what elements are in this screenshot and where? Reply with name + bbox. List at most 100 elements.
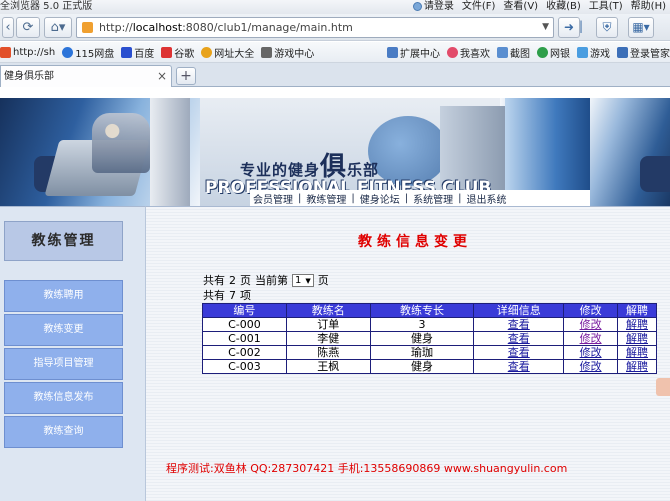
menu-file[interactable]: 文件(F)	[462, 0, 496, 13]
pagination-info: 共有 2 页 当前第 1 ▼ 页 共有 7 项	[203, 273, 329, 303]
tool-label: 扩展中心	[400, 49, 440, 60]
cell-id: C-000	[202, 317, 287, 332]
new-tab-button[interactable]: +	[176, 67, 196, 85]
paw-icon	[121, 46, 133, 58]
chevron-down-icon: ▼	[305, 276, 311, 285]
extension-button[interactable]: ▦▾	[628, 17, 654, 38]
table-row: C-001 李健 健身 查看 修改 解聘	[202, 331, 657, 346]
url-host: localhost	[132, 21, 183, 34]
view-link[interactable]: 查看	[508, 332, 530, 345]
home-button[interactable]: ⌂▾	[44, 17, 72, 38]
key-icon	[617, 47, 628, 58]
nav-coach-management[interactable]: 教练管理	[303, 191, 349, 206]
view-link[interactable]: 查看	[508, 360, 530, 373]
site-banner: 专业的健身俱乐部 PROFESSIONAL FITNESS CLUB 会员管理 |…	[0, 98, 670, 206]
fav-item-baidu[interactable]: 百度	[121, 45, 154, 60]
fav-item-sh[interactable]: http://sh	[0, 46, 55, 58]
fire-link[interactable]: 解聘	[626, 360, 648, 373]
banner-person-shape	[92, 113, 150, 173]
menu-view[interactable]: 查看(V)	[503, 0, 538, 13]
menu-help[interactable]: 帮助(H)	[631, 0, 666, 13]
chevron-down-icon[interactable]: ▼	[542, 18, 549, 37]
fav-label: 谷歌	[174, 48, 195, 60]
fire-link[interactable]: 解聘	[626, 318, 648, 331]
nav-logout[interactable]: 退出系统	[464, 191, 510, 206]
google-icon	[161, 46, 173, 58]
edit-link[interactable]: 修改	[580, 360, 602, 373]
cell-name: 王枫	[285, 359, 371, 374]
fire-link[interactable]: 解聘	[626, 346, 648, 359]
page-select-value: 1	[295, 274, 302, 286]
tool-extensions[interactable]: 扩展中心	[387, 45, 440, 60]
nav-separator: |	[351, 192, 355, 204]
tool-like[interactable]: 我喜欢	[447, 45, 490, 60]
fav-label: 网址大全	[214, 48, 255, 60]
cell-specialty: 健身	[369, 331, 475, 346]
fav-label: 游戏中心	[274, 48, 315, 60]
fav-item-hao[interactable]: 网址大全	[201, 45, 254, 60]
total-items-prefix: 共有	[203, 288, 225, 302]
site-icon	[82, 22, 93, 33]
favorites-bar: http://sh 115网盘 百度 谷歌 网址大全 游戏中心 扩展中心 我喜欢…	[0, 42, 670, 63]
cell-detail: 查看	[473, 359, 565, 374]
cell-fire: 解聘	[617, 359, 657, 374]
header-detail: 详细信息	[473, 303, 565, 318]
sidebar-item-search[interactable]: 教练查询	[4, 416, 123, 448]
address-bar[interactable]: http://localhost:8080/club1/manage/main.…	[76, 17, 554, 38]
menu-tools[interactable]: 工具(T)	[589, 0, 623, 13]
address-url[interactable]: http://localhost:8080/club1/manage/main.…	[99, 18, 353, 37]
page-select[interactable]: 1 ▼	[292, 274, 314, 287]
cloud-icon	[62, 46, 74, 58]
sidebar-item-publish[interactable]: 教练信息发布	[4, 382, 123, 414]
browser-window: 全浏览器 5.0 正式版 请登录 文件(F) 查看(V) 收藏(B) 工具(T)…	[0, 0, 670, 501]
fav-label: 115网盘	[75, 48, 115, 60]
tool-screenshot[interactable]: 截图	[497, 45, 530, 60]
total-pages-unit: 页	[240, 273, 251, 287]
table-row: C-003 王枫 健身 查看 修改 解聘	[202, 359, 657, 374]
scissors-icon	[497, 47, 508, 58]
banner-seat-shape-right	[640, 156, 670, 192]
close-icon[interactable]: ×	[157, 66, 167, 87]
table-row: C-000 订单 3 查看 修改 解聘	[202, 317, 657, 332]
nav-member-management[interactable]: 会员管理	[250, 191, 296, 206]
cell-specialty: 3	[369, 317, 475, 332]
current-page-unit: 页	[317, 273, 329, 287]
view-link[interactable]: 查看	[508, 318, 530, 331]
cell-id: C-003	[202, 359, 287, 374]
edit-link[interactable]: 修改	[580, 346, 602, 359]
fav-item-google[interactable]: 谷歌	[161, 45, 194, 60]
game-icon	[577, 47, 588, 58]
nav-separator: |	[458, 192, 462, 204]
site-favicon-icon	[0, 46, 11, 58]
edit-link[interactable]: 修改	[580, 318, 602, 331]
total-items-unit: 项	[240, 288, 251, 302]
sidebar-item-change[interactable]: 教练变更	[4, 314, 123, 346]
view-link[interactable]: 查看	[508, 346, 530, 359]
cell-edit: 修改	[563, 359, 619, 374]
refresh-button[interactable]: ⟳	[16, 17, 40, 38]
tab-title: 健身俱乐部	[4, 71, 54, 82]
edit-link[interactable]: 修改	[580, 332, 602, 345]
sidebar-item-projects[interactable]: 指导项目管理	[4, 348, 123, 380]
shield-button[interactable]: ⛨	[596, 17, 618, 38]
sidebar-title: 教练管理	[4, 221, 123, 261]
fav-item-115[interactable]: 115网盘	[62, 45, 114, 60]
login-link[interactable]: 请登录	[412, 0, 454, 13]
shield-icon: ⛨	[602, 20, 612, 34]
side-widget-handle[interactable]	[656, 378, 670, 396]
slogan-text-end: 乐部	[347, 161, 380, 179]
fire-link[interactable]: 解聘	[626, 332, 648, 345]
total-pages-value: 2	[229, 273, 236, 287]
sidebar-item-hire[interactable]: 教练聘用	[4, 280, 123, 312]
back-button[interactable]: ‹	[2, 17, 14, 38]
table-header-row: 编号 教练名 教练专长 详细信息 修改 解聘	[202, 303, 657, 318]
fav-item-games[interactable]: 游戏中心	[261, 45, 314, 60]
tool-games[interactable]: 游戏	[577, 45, 610, 60]
nav-system-management[interactable]: 系统管理	[410, 191, 456, 206]
tool-login-manager[interactable]: 登录管家	[617, 45, 670, 60]
cell-name: 陈燕	[285, 345, 371, 360]
tool-bank[interactable]: 网银	[537, 45, 570, 60]
menu-favorites[interactable]: 收藏(B)	[546, 0, 581, 13]
tab-fitness-club[interactable]: 健身俱乐部 ×	[0, 65, 172, 87]
nav-fitness-forum[interactable]: 健身论坛	[357, 191, 403, 206]
